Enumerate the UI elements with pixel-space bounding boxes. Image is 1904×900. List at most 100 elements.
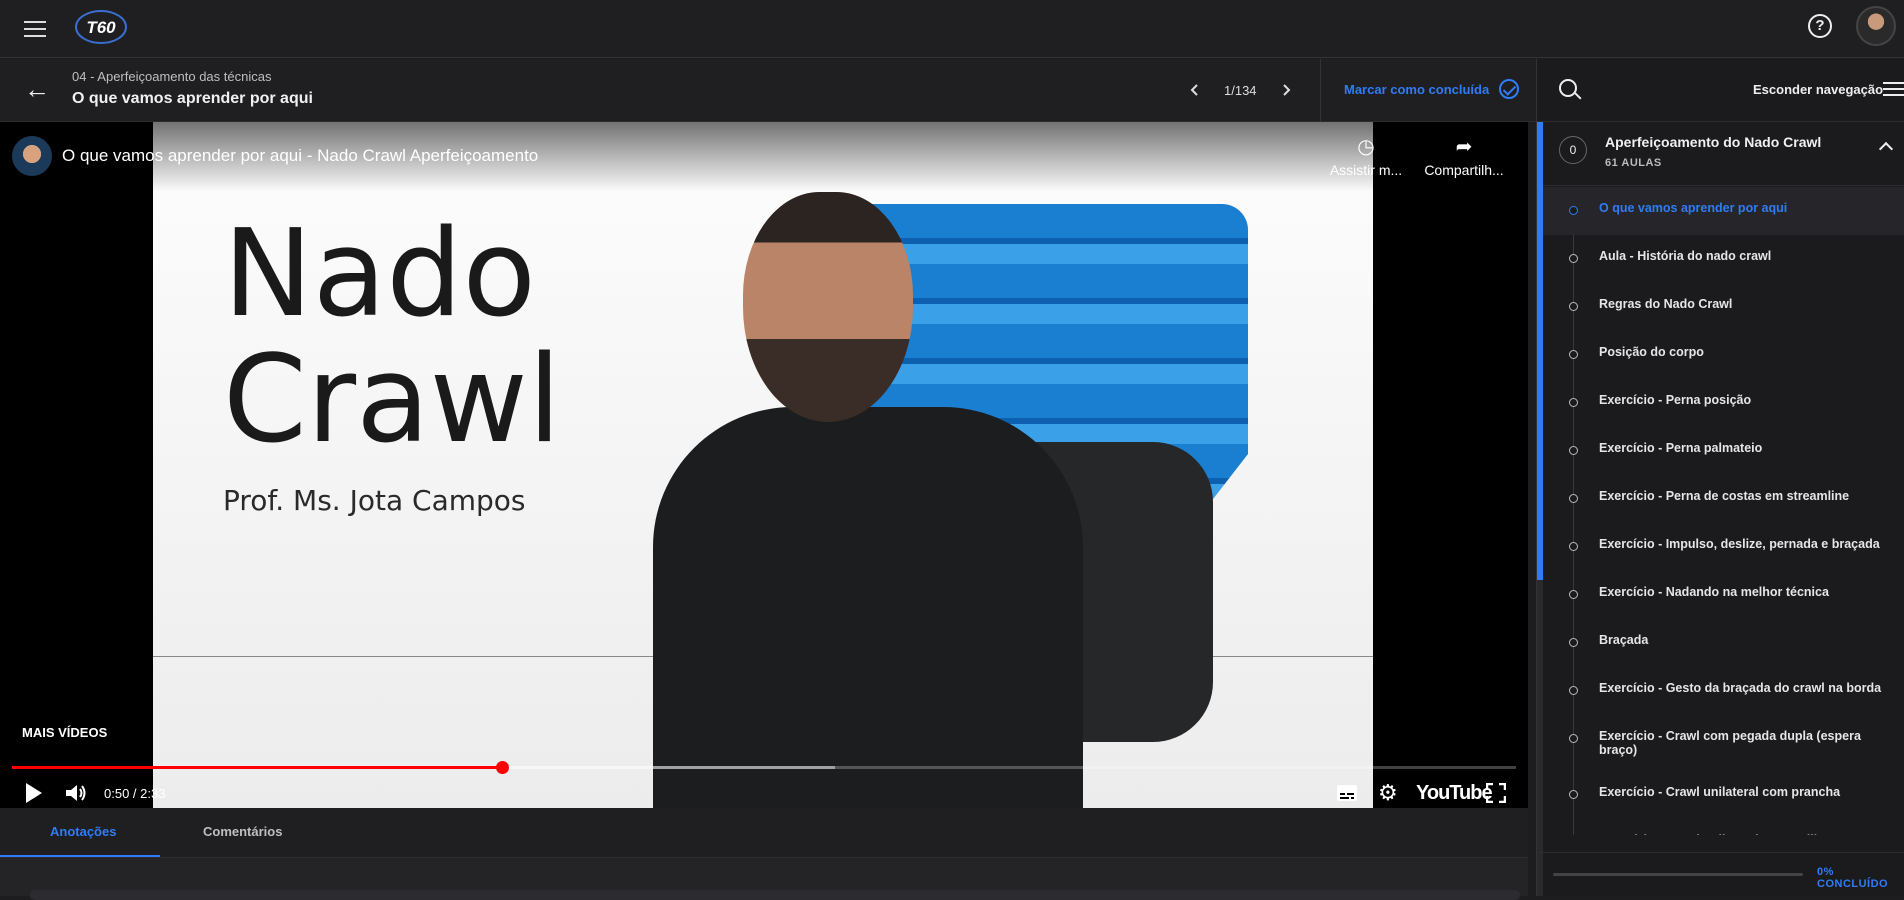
lesson-status-dot-icon <box>1569 494 1578 503</box>
back-arrow-icon[interactable]: ← <box>24 76 50 103</box>
previous-lesson-icon[interactable] <box>1188 83 1202 97</box>
lesson-item-label: Braçada <box>1599 633 1649 647</box>
section-number: 0 <box>1559 136 1587 164</box>
more-videos-label[interactable]: MAIS VÍDEOS <box>22 725 107 740</box>
header-divider <box>1320 59 1321 122</box>
lesson-item[interactable]: Posição do corpo <box>1543 331 1904 379</box>
top-bar: T60 ? <box>0 0 1904 58</box>
lesson-item[interactable]: Exercício - Crawl unilateral com pullbuo… <box>1543 819 1904 835</box>
mark-complete-label: Marcar como concluída <box>1344 81 1490 97</box>
lesson-status-dot-icon <box>1569 638 1578 647</box>
clock-icon: ◷ <box>1357 136 1375 158</box>
lesson-list: O que vamos aprender por aqui Aula - Hist… <box>1543 187 1904 835</box>
lesson-item[interactable]: Exercício - Perna de costas em streamlin… <box>1543 475 1904 523</box>
tab-annotations[interactable]: Anotações <box>50 824 116 839</box>
lesson-pager: 1/134 <box>1188 77 1293 103</box>
pager-count: 1/134 <box>1224 82 1257 98</box>
share-label: Compartilh... <box>1424 162 1504 178</box>
course-progress-bar <box>1553 873 1803 876</box>
module-name: 04 - Aperfeiçoamento das técnicas <box>72 69 272 84</box>
volume-icon <box>66 785 86 801</box>
lesson-item[interactable]: Exercício - Perna posição <box>1543 379 1904 427</box>
logo[interactable]: T60 <box>74 8 128 46</box>
user-avatar[interactable] <box>1856 6 1896 46</box>
fullscreen-button[interactable] <box>1486 778 1506 808</box>
slide-title-line-1: Nado <box>223 205 536 344</box>
content-tabs: Anotações Comentários <box>0 808 1528 858</box>
lesson-status-dot-icon <box>1569 542 1578 551</box>
subtitles-button[interactable] <box>1336 778 1358 808</box>
section-lesson-count: 61 AULAS <box>1605 157 1662 169</box>
video-title[interactable]: O que vamos aprender por aqui - Nado Cra… <box>62 146 538 166</box>
youtube-logo[interactable]: YouTube <box>1416 778 1493 808</box>
lesson-title: O que vamos aprender por aqui <box>72 90 313 107</box>
lesson-item[interactable]: Exercício - Crawl com pegada dupla (espe… <box>1543 715 1904 771</box>
course-navigation: Esconder navegação 0 Aperfeiçoamento do … <box>1536 59 1904 896</box>
lesson-status-dot-icon <box>1569 686 1578 695</box>
fullscreen-icon <box>1486 783 1506 803</box>
time-display: 0:50 / 2:33 <box>104 785 166 801</box>
lesson-status-dot-icon <box>1569 734 1578 743</box>
lesson-status-dot-icon <box>1569 398 1578 407</box>
lesson-status-dot-icon <box>1569 446 1578 455</box>
hamburger-menu-icon[interactable] <box>22 16 48 40</box>
video-frame: Nado Crawl Prof. Ms. Jota Campos <box>153 122 1373 808</box>
lesson-status-dot-icon <box>1569 254 1578 263</box>
tab-comments[interactable]: Comentários <box>203 824 282 839</box>
notes-editor[interactable] <box>30 890 1520 900</box>
sidebar-header: Esconder navegação <box>1537 59 1904 122</box>
lesson-status-dot-icon <box>1569 590 1578 599</box>
lesson-item-label: Regras do Nado Crawl <box>1599 297 1733 311</box>
slide-professor: Prof. Ms. Jota Campos <box>223 484 526 517</box>
lesson-item[interactable]: Exercício - Perna palmateio <box>1543 427 1904 475</box>
lesson-item-label: Exercício - Nadando na melhor técnica <box>1599 585 1829 599</box>
lesson-item[interactable]: Exercício - Impulso, deslize, pernada e … <box>1543 523 1904 571</box>
lesson-status-dot-icon <box>1569 790 1578 799</box>
lesson-item[interactable]: Braçada <box>1543 619 1904 667</box>
play-button[interactable] <box>26 778 42 808</box>
lesson-status-dot-icon <box>1569 302 1578 311</box>
lesson-item[interactable]: Aula - História do nado crawl <box>1543 235 1904 283</box>
channel-avatar[interactable] <box>12 136 52 176</box>
lesson-header: ← 04 - Aperfeiçoamento das técnicas O qu… <box>0 59 1536 122</box>
settings-gear-icon[interactable]: ⚙ <box>1378 778 1398 808</box>
lesson-status-dot-icon <box>1569 206 1578 215</box>
lesson-item[interactable]: Exercício - Nadando na melhor técnica <box>1543 571 1904 619</box>
hide-navigation-button[interactable]: Esconder navegação <box>1753 82 1883 97</box>
lesson-item[interactable]: Exercício - Crawl unilateral com prancha <box>1543 771 1904 819</box>
watch-later-button[interactable]: ◷ Assistir m... <box>1326 136 1406 178</box>
lesson-item[interactable]: O que vamos aprender por aqui <box>1543 187 1904 235</box>
slide-title-line-2: Crawl <box>223 331 562 470</box>
lesson-item[interactable]: Exercício - Gesto da braçada do crawl na… <box>1543 667 1904 715</box>
watch-later-label: Assistir m... <box>1329 162 1403 178</box>
lesson-item-label: Aula - História do nado crawl <box>1599 249 1772 263</box>
active-tab-indicator <box>0 855 160 857</box>
mark-complete-button[interactable]: Marcar como concluída <box>1344 79 1520 99</box>
lesson-status-dot-icon <box>1569 350 1578 359</box>
check-circle-icon <box>1499 79 1520 99</box>
next-lesson-icon[interactable] <box>1279 83 1293 97</box>
lesson-item[interactable]: Regras do Nado Crawl <box>1543 283 1904 331</box>
section-title: Aperfeiçoamento do Nado Crawl <box>1605 134 1822 150</box>
volume-button[interactable] <box>64 778 88 808</box>
search-icon[interactable] <box>1559 79 1577 97</box>
course-progress-label: 0% CONCLUÍDO <box>1817 866 1889 890</box>
presenter <box>653 192 1083 808</box>
help-icon[interactable]: ? <box>1808 14 1832 38</box>
lesson-item-label: Exercício - Crawl unilateral com pullbuo… <box>1599 833 1844 835</box>
lesson-item-label: Exercício - Perna de costas em streamlin… <box>1599 489 1850 503</box>
share-icon: ➦ <box>1455 136 1473 158</box>
share-button[interactable]: ➦ Compartilh... <box>1424 136 1504 178</box>
subtitles-icon <box>1337 785 1357 801</box>
lesson-item-label: O que vamos aprender por aqui <box>1599 201 1788 215</box>
chevron-up-icon[interactable] <box>1878 141 1894 157</box>
lesson-item-label: Exercício - Perna palmateio <box>1599 441 1763 455</box>
play-icon <box>26 783 42 803</box>
video-player[interactable]: Nado Crawl Prof. Ms. Jota Campos O que v… <box>0 122 1528 808</box>
video-progress-bar[interactable] <box>12 761 1516 774</box>
slide-title: Nado Crawl <box>223 212 561 464</box>
hide-navigation-icon[interactable] <box>1883 82 1904 98</box>
lesson-item-label: Exercício - Perna posição <box>1599 393 1752 407</box>
lesson-item-label: Exercício - Gesto da braçada do crawl na… <box>1599 681 1882 695</box>
section-header[interactable]: 0 Aperfeiçoamento do Nado Crawl 61 AULAS <box>1543 122 1904 186</box>
